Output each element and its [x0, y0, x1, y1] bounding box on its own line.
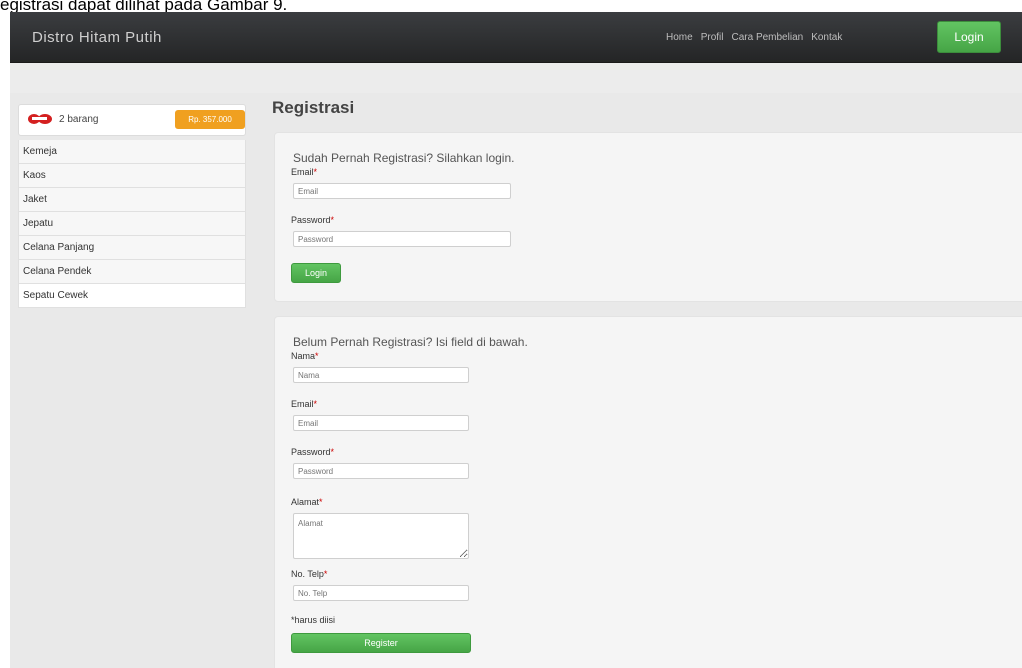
page-title: Registrasi — [272, 98, 355, 117]
sidebar: 2 barang Rp. 357.000 Kemeja Kaos Jaket J… — [18, 104, 246, 308]
login-submit-button[interactable]: Login — [291, 263, 341, 283]
register-submit-button[interactable]: Register — [291, 633, 471, 653]
top-strip — [10, 63, 1022, 93]
category-celana-panjang[interactable]: Celana Panjang — [18, 236, 246, 260]
cart-icon — [28, 114, 52, 124]
register-phone-input[interactable] — [293, 585, 469, 601]
cart-total-badge[interactable]: Rp. 357.000 — [175, 110, 245, 129]
login-email-input[interactable] — [293, 183, 511, 199]
register-password-label: Password* — [291, 447, 335, 457]
nav-link-home[interactable]: Home — [666, 32, 693, 43]
register-password-input[interactable] — [293, 463, 469, 479]
register-email-input[interactable] — [293, 415, 469, 431]
register-heading: Belum Pernah Registrasi? Isi field di ba… — [293, 335, 528, 349]
login-password-label: Password* — [291, 215, 335, 225]
register-address-textarea[interactable] — [293, 513, 469, 559]
browser-screenshot: Distro Hitam Putih Home Profil Cara Pemb… — [10, 12, 1022, 668]
register-phone-label: No. Telp* — [291, 569, 328, 579]
category-kemeja[interactable]: Kemeja — [18, 140, 246, 164]
register-name-input[interactable] — [293, 367, 469, 383]
brand-title[interactable]: Distro Hitam Putih — [32, 29, 162, 46]
cart-summary[interactable]: 2 barang Rp. 357.000 — [18, 104, 246, 136]
required-note: *harus diisi — [291, 615, 336, 625]
nav-link-cara-pembelian[interactable]: Cara Pembelian — [731, 32, 803, 43]
category-jepatu[interactable]: Jepatu — [18, 212, 246, 236]
register-panel: Belum Pernah Registrasi? Isi field di ba… — [274, 316, 1022, 668]
nav-link-kontak[interactable]: Kontak — [811, 32, 842, 43]
category-jaket[interactable]: Jaket — [18, 188, 246, 212]
login-heading: Sudah Pernah Registrasi? Silahkan login. — [293, 151, 515, 165]
register-name-label: Nama* — [291, 351, 319, 361]
register-email-label: Email* — [291, 399, 318, 409]
nav-link-profil[interactable]: Profil — [701, 32, 724, 43]
login-panel: Sudah Pernah Registrasi? Silahkan login.… — [274, 132, 1022, 302]
cart-count: 2 barang — [59, 114, 99, 125]
category-celana-pendek[interactable]: Celana Pendek — [18, 260, 246, 284]
category-kaos[interactable]: Kaos — [18, 164, 246, 188]
login-password-input[interactable] — [293, 231, 511, 247]
nav-links: Home Profil Cara Pembelian Kontak — [666, 32, 842, 43]
nav-login-button[interactable]: Login — [937, 21, 1001, 53]
top-navbar: Distro Hitam Putih Home Profil Cara Pemb… — [10, 12, 1022, 63]
category-sepatu-cewek[interactable]: Sepatu Cewek — [18, 284, 246, 308]
register-address-label: Alamat* — [291, 497, 323, 507]
login-email-label: Email* — [291, 167, 318, 177]
